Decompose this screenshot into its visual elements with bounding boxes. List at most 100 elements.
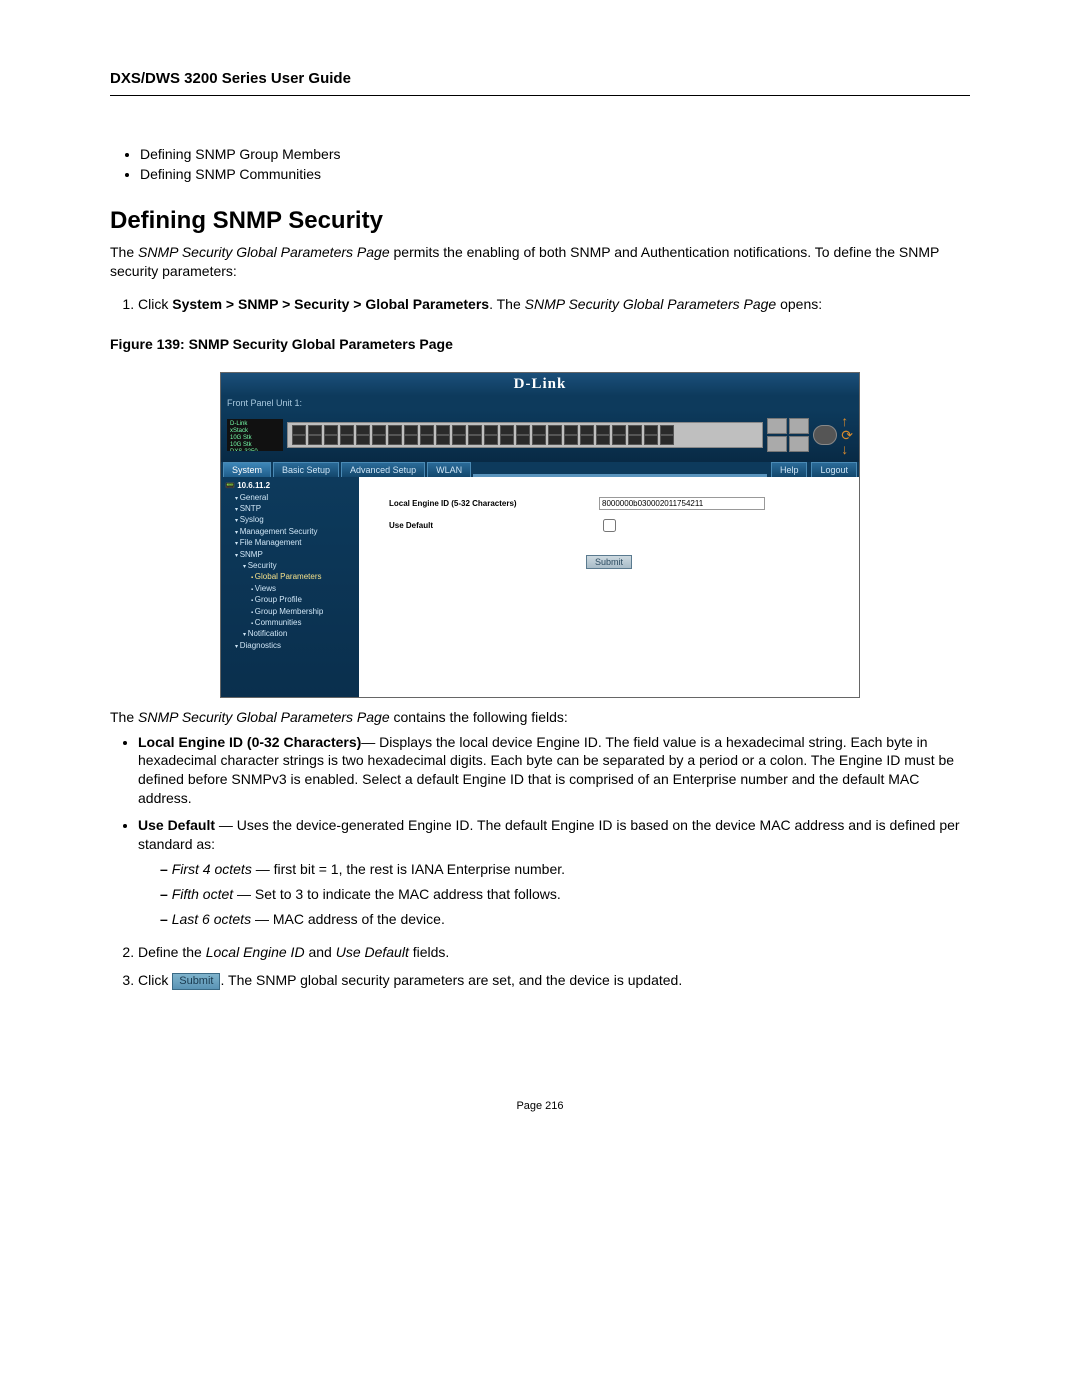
section-heading: Defining SNMP Security — [110, 207, 970, 235]
header-rule — [110, 95, 970, 96]
sub-fifth: Fifth octet — Set to 3 to indicate the M… — [160, 885, 970, 904]
field-engine-id: Local Engine ID (0-32 Characters)— Displ… — [138, 733, 970, 809]
step1-post: opens: — [776, 296, 822, 312]
port-icon — [644, 435, 658, 445]
tree-security[interactable]: Security — [225, 560, 355, 571]
sub1-text: — first bit = 1, the rest is IANA Enterp… — [252, 861, 565, 877]
tree-communities[interactable]: Communities — [225, 617, 355, 628]
sub-last6: Last 6 octets — MAC address of the devic… — [160, 910, 970, 929]
submit-row: Submit — [389, 555, 829, 569]
tab-bar: System Basic Setup Advanced Setup WLAN H… — [221, 462, 859, 477]
field-use-default: Use Default — Uses the device-generated … — [138, 816, 970, 928]
inline-submit-button: Submit — [172, 973, 220, 990]
tree-group-membership[interactable]: Group Membership — [225, 606, 355, 617]
port-icon — [340, 435, 354, 445]
port-icon — [452, 435, 466, 445]
steps-list-b: Define the Local Engine ID and Use Defau… — [110, 943, 970, 991]
step2-pre: Define the — [138, 944, 206, 960]
port-icon — [340, 425, 354, 435]
info-line: 10G Stk — [230, 435, 280, 442]
step2-em2: Use Default — [336, 944, 409, 960]
tree-diagnostics[interactable]: Diagnostics — [225, 640, 355, 651]
port-icon — [500, 435, 514, 445]
front-panel-label: Front Panel Unit 1: — [221, 396, 859, 410]
port-icon — [580, 425, 594, 435]
step2-em1: Local Engine ID — [206, 944, 305, 960]
device-info-box: D-Link xStack 10G Stk 10G Stk DXS-3250 — [227, 419, 283, 451]
tab-wlan[interactable]: WLAN — [427, 462, 471, 477]
sub-first4: First 4 octets — first bit = 1, the rest… — [160, 860, 970, 879]
port-row-top — [292, 425, 758, 435]
port-icon — [564, 435, 578, 445]
port-strip — [287, 422, 763, 448]
form-row-engine-id: Local Engine ID (5-32 Characters) — [389, 497, 829, 510]
field2-label: Use Default — [138, 817, 219, 833]
tree-notification[interactable]: Notification — [225, 628, 355, 639]
port-icon — [548, 435, 562, 445]
step-3: Click Submit. The SNMP global security p… — [138, 971, 970, 990]
port-icon — [436, 435, 450, 445]
tab-system[interactable]: System — [223, 462, 271, 477]
tab-help[interactable]: Help — [771, 462, 808, 477]
intro-pre: The — [110, 244, 138, 260]
tree-global-params[interactable]: Global Parameters — [225, 571, 355, 582]
app-window: D-Link Front Panel Unit 1: D-Link xStack… — [220, 372, 860, 698]
figure-screenshot: D-Link Front Panel Unit 1: D-Link xStack… — [220, 372, 860, 698]
serial-port-icon — [813, 425, 837, 445]
intro-em: SNMP Security Global Parameters Page — [138, 244, 390, 260]
port-icon — [580, 435, 594, 445]
port-icon — [596, 425, 610, 435]
after-fig-em: SNMP Security Global Parameters Page — [138, 709, 390, 725]
port-icon — [596, 435, 610, 445]
step1-bold: System > SNMP > Security > Global Parame… — [172, 296, 489, 312]
tree-group-profile[interactable]: Group Profile — [225, 594, 355, 605]
port-icon — [308, 425, 322, 435]
step-1: Click System > SNMP > Security > Global … — [138, 295, 970, 314]
use-default-checkbox[interactable] — [603, 519, 616, 532]
port-icon — [420, 425, 434, 435]
port-icon — [356, 425, 370, 435]
tab-basic-setup[interactable]: Basic Setup — [273, 462, 339, 477]
sub1-em: First 4 octets — [172, 861, 252, 877]
port-icon — [452, 425, 466, 435]
tree-ip[interactable]: 📟 10.6.11.2 — [225, 481, 355, 490]
port-icon — [644, 425, 658, 435]
tree-general[interactable]: General — [225, 492, 355, 503]
port-icon — [564, 425, 578, 435]
port-icon — [420, 435, 434, 445]
port-icon — [404, 425, 418, 435]
after-figure-text: The SNMP Security Global Parameters Page… — [110, 708, 970, 727]
tree-ip-text: 10.6.11.2 — [237, 481, 270, 490]
port-icon — [516, 425, 530, 435]
port-icon — [484, 435, 498, 445]
port-icon — [372, 425, 386, 435]
tree-syslog[interactable]: Syslog — [225, 514, 355, 525]
tree-mgmt-security[interactable]: Management Security — [225, 526, 355, 537]
workspace: 📟 10.6.11.2 General SNTP Syslog Manageme… — [221, 477, 859, 697]
port-icon — [628, 435, 642, 445]
port-icon — [612, 435, 626, 445]
engine-id-label: Local Engine ID (5-32 Characters) — [389, 499, 569, 508]
switch-panel: D-Link xStack 10G Stk 10G Stk DXS-3250 ↑… — [221, 410, 859, 462]
tree-file-mgmt[interactable]: File Management — [225, 537, 355, 548]
port-icon — [388, 425, 402, 435]
step2-post: fields. — [409, 944, 449, 960]
step1-pre: Click — [138, 296, 172, 312]
info-line: 10G Stk — [230, 442, 280, 449]
bullet-2: Defining SNMP Communities — [140, 166, 970, 182]
engine-id-input[interactable] — [599, 497, 765, 510]
tree-sntp[interactable]: SNTP — [225, 503, 355, 514]
doc-title: DXS/DWS 3200 Series User Guide — [110, 70, 970, 87]
tab-logout[interactable]: Logout — [811, 462, 857, 477]
intro-paragraph: The SNMP Security Global Parameters Page… — [110, 243, 970, 281]
submit-button[interactable]: Submit — [586, 555, 632, 569]
port-icon — [484, 425, 498, 435]
tree-views[interactable]: Views — [225, 583, 355, 594]
step-2: Define the Local Engine ID and Use Defau… — [138, 943, 970, 962]
tree-snmp[interactable]: SNMP — [225, 549, 355, 560]
port-icon — [372, 435, 386, 445]
sub3-text: — MAC address of the device. — [251, 911, 445, 927]
tab-advanced-setup[interactable]: Advanced Setup — [341, 462, 425, 477]
port-icon — [324, 435, 338, 445]
step1-em: SNMP Security Global Parameters Page — [525, 296, 777, 312]
